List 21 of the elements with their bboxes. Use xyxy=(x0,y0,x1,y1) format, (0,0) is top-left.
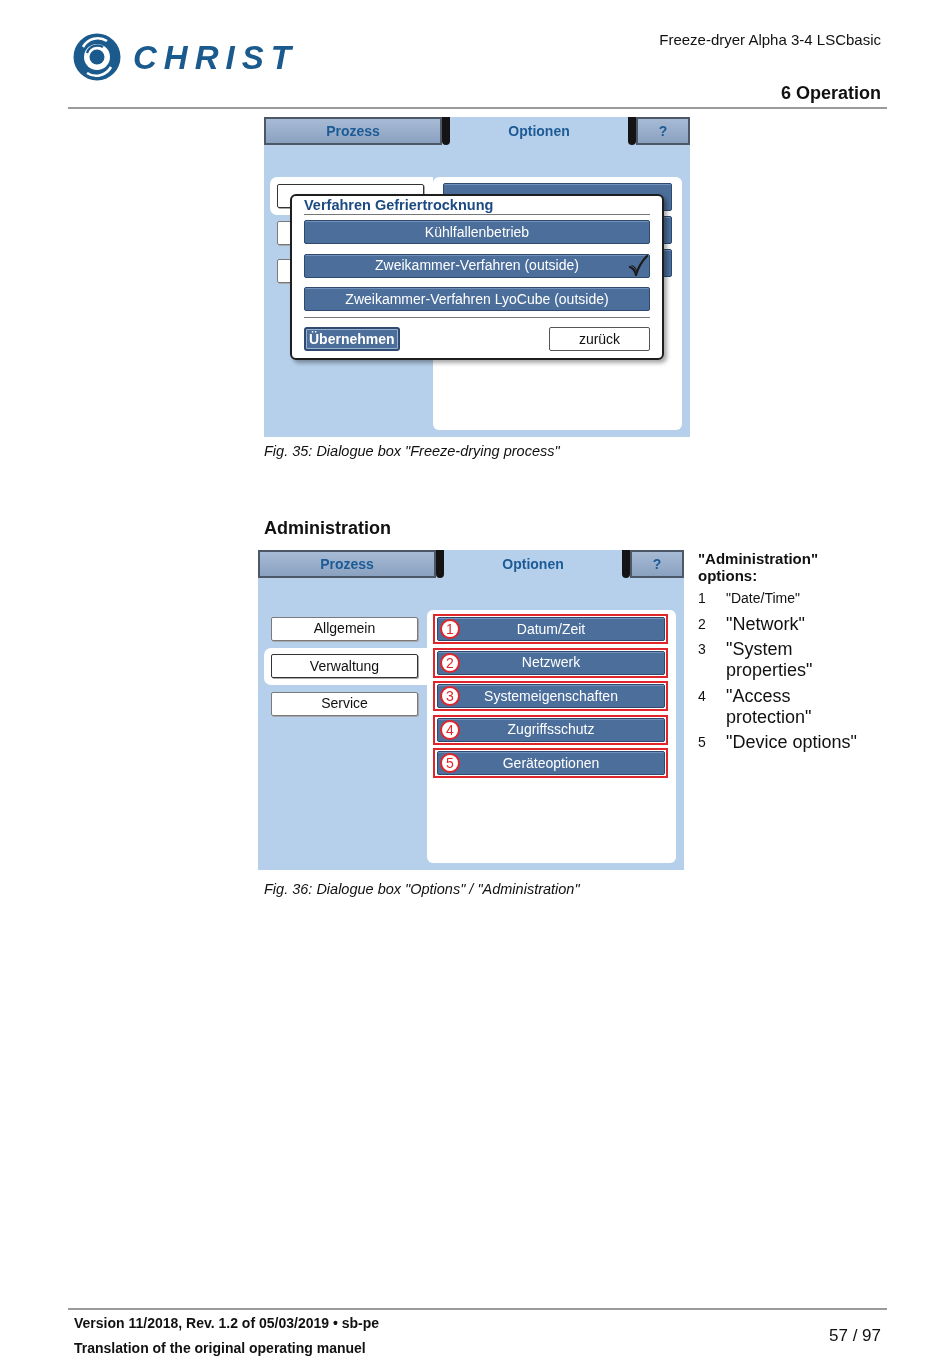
translation-note: Translation of the original operating manuel xyxy=(74,1339,367,1358)
page-number: 57 / 97 xyxy=(829,1325,881,1348)
chapter-title: 6 Operation xyxy=(779,82,881,105)
item-text: "Device options" xyxy=(726,732,858,753)
figure-caption: Fig. 36: Dialogue box "Options" / "Administration" xyxy=(264,881,580,898)
item-text: "Date/Time" xyxy=(726,589,801,608)
item-number: 3 xyxy=(698,640,707,659)
item-number: 1 xyxy=(698,589,707,608)
product-name: Freeze-dryer Alpha 3-4 LSCbasic xyxy=(659,30,881,50)
item-text: "Network" xyxy=(726,613,806,635)
section-heading: Administration xyxy=(264,518,391,538)
legend-title: "Administration" options: xyxy=(698,550,820,584)
figure-caption: Fig. 35: Dialogue box "Freeze-drying process" xyxy=(264,443,560,460)
logo-text: CHRIST xyxy=(133,40,298,74)
version-text: Version 11/2018, Rev. 1.2 of 05/03/2019 • sb-pe xyxy=(74,1314,380,1333)
item-text: "Access protection" xyxy=(726,685,813,728)
item-number: 2 xyxy=(698,614,707,634)
item-number: 4 xyxy=(698,686,707,706)
item-number: 5 xyxy=(698,733,707,752)
dialog-title: Verfahren Gefriertrocknung xyxy=(304,197,495,214)
item-text: "System properties" xyxy=(726,639,814,681)
